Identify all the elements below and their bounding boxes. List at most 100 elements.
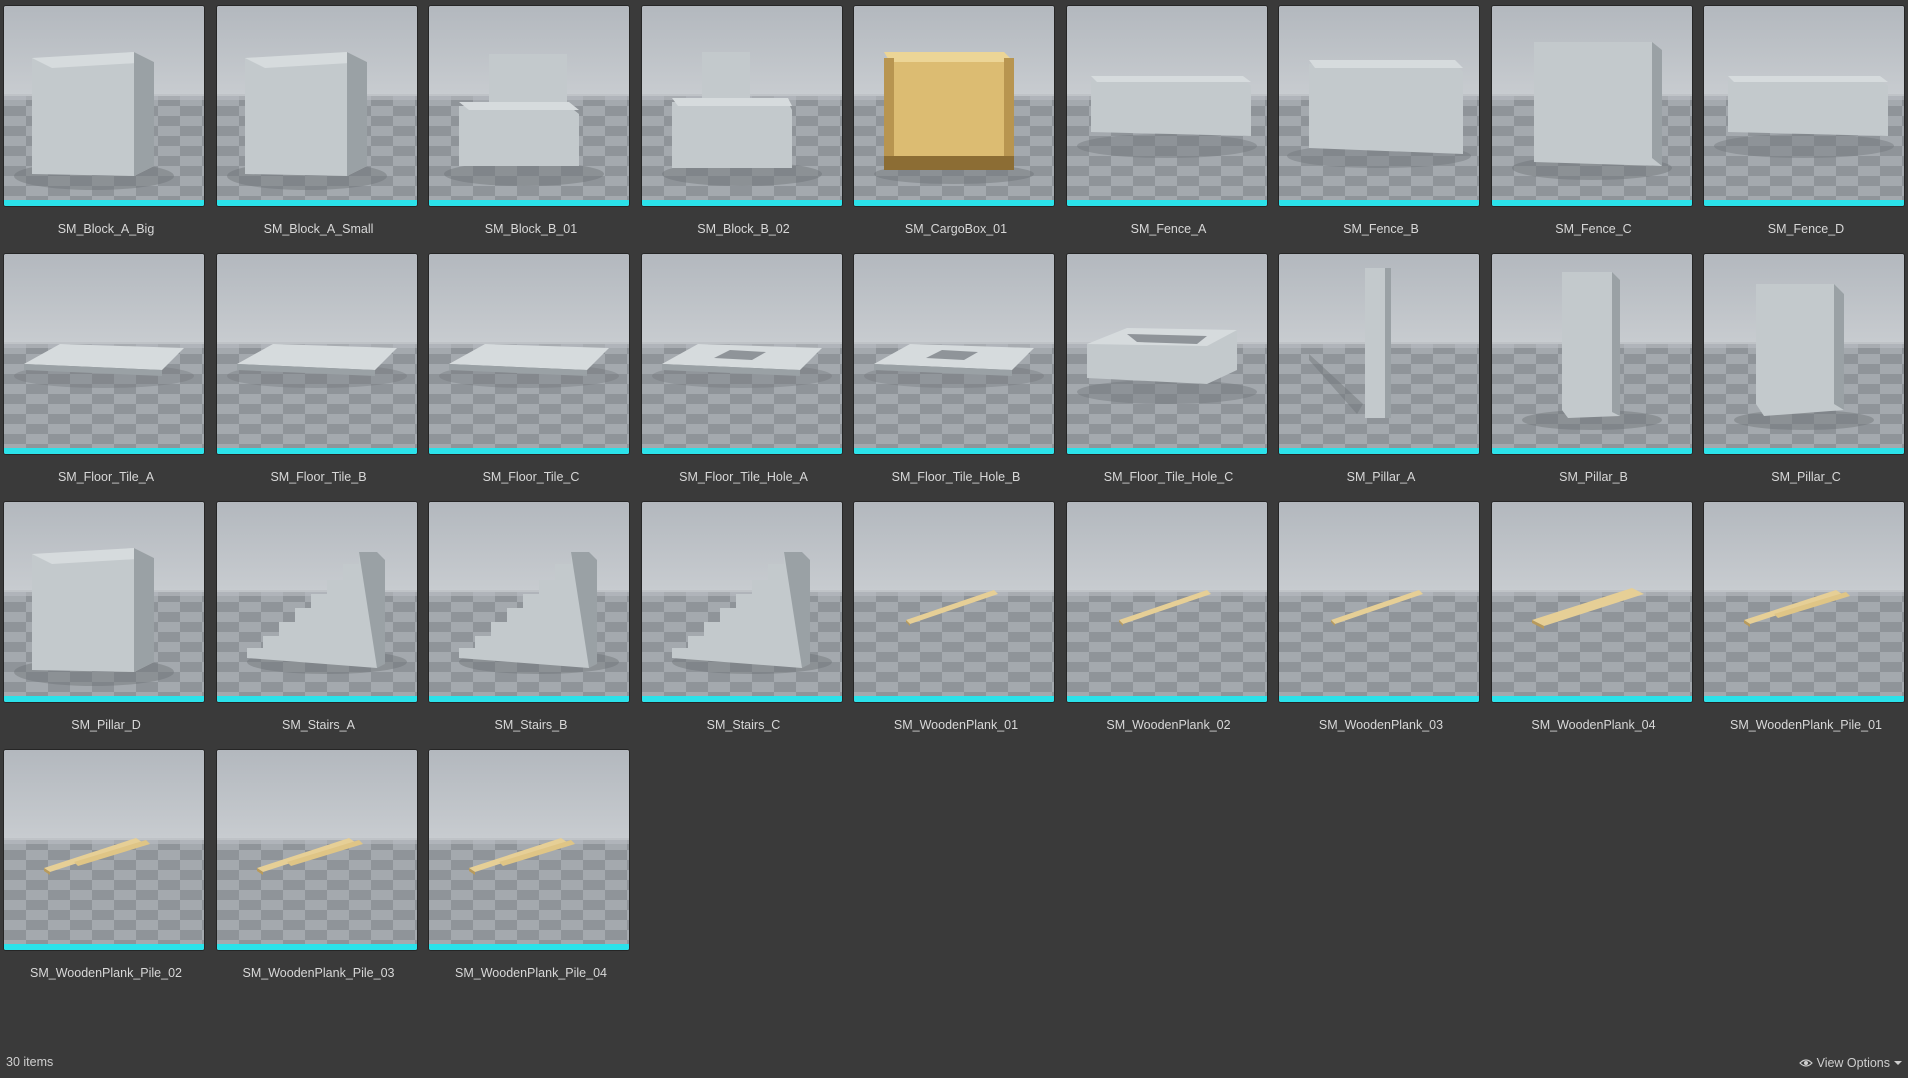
asset-thumbnail[interactable]	[1279, 6, 1479, 206]
asset-tile[interactable]: SM_Fence_D	[1700, 0, 1908, 244]
asset-tile[interactable]: SM_WoodenPlank_04	[1488, 496, 1700, 740]
asset-name-label: SM_WoodenPlank_Pile_03	[242, 966, 395, 980]
asset-tile[interactable]: SM_Pillar_A	[1275, 248, 1487, 492]
view-options-button[interactable]: View Options	[1798, 1053, 1902, 1073]
asset-type-bar	[216, 200, 417, 206]
asset-thumbnail[interactable]	[1704, 6, 1904, 206]
asset-tile[interactable]: SM_Block_A_Small	[213, 0, 425, 244]
asset-name-label: SM_Floor_Tile_B	[270, 470, 367, 484]
asset-name-label: SM_Block_A_Big	[57, 222, 155, 236]
asset-tile[interactable]: SM_Floor_Tile_Hole_B	[850, 248, 1062, 492]
asset-thumbnail[interactable]	[4, 502, 204, 702]
asset-thumbnail[interactable]	[854, 6, 1054, 206]
asset-type-bar	[1704, 448, 1904, 454]
asset-tile[interactable]: SM_Fence_A	[1063, 0, 1275, 244]
asset-thumbnail[interactable]	[641, 502, 842, 702]
asset-name-label: SM_Stairs_A	[282, 718, 355, 732]
asset-thumbnail[interactable]	[429, 254, 629, 454]
asset-thumbnail[interactable]	[1491, 502, 1692, 702]
item-count: 30 items	[6, 1055, 54, 1069]
asset-tile[interactable]: SM_WoodenPlank_Pile_02	[0, 744, 212, 988]
asset-thumbnail[interactable]	[4, 254, 204, 454]
asset-tile[interactable]: SM_WoodenPlank_01	[850, 496, 1062, 740]
asset-name-label: SM_Floor_Tile_Hole_C	[1103, 470, 1234, 484]
asset-tile[interactable]: SM_Floor_Tile_A	[0, 248, 212, 492]
asset-type-bar	[1066, 696, 1267, 702]
asset-type-bar	[1066, 448, 1267, 454]
asset-thumbnail[interactable]	[216, 502, 417, 702]
asset-thumbnail[interactable]	[1066, 6, 1267, 206]
asset-thumbnail[interactable]	[4, 6, 204, 206]
asset-thumbnail[interactable]	[216, 254, 417, 454]
asset-thumbnail[interactable]	[1704, 254, 1904, 454]
asset-type-bar	[641, 200, 842, 206]
asset-tile[interactable]: SM_Pillar_D	[0, 496, 212, 740]
asset-tile[interactable]: SM_Pillar_C	[1700, 248, 1908, 492]
asset-tile[interactable]: SM_Pillar_B	[1488, 248, 1700, 492]
asset-tile[interactable]: SM_Stairs_A	[213, 496, 425, 740]
asset-type-bar	[641, 696, 842, 702]
asset-type-bar	[1704, 200, 1904, 206]
asset-tile[interactable]: SM_Block_B_01	[425, 0, 637, 244]
asset-thumbnail[interactable]	[854, 254, 1054, 454]
asset-tile[interactable]: SM_Block_B_02	[638, 0, 850, 244]
asset-name-label: SM_Block_A_Small	[263, 222, 374, 236]
asset-tile[interactable]: SM_Fence_C	[1488, 0, 1700, 244]
asset-thumbnail[interactable]	[641, 6, 842, 206]
asset-thumbnail[interactable]	[4, 750, 204, 950]
asset-tile[interactable]: SM_Floor_Tile_C	[425, 248, 637, 492]
asset-thumbnail[interactable]	[1279, 254, 1479, 454]
asset-name-label: SM_Stairs_B	[494, 718, 568, 732]
view-options-label: View Options	[1816, 1056, 1890, 1070]
asset-thumbnail[interactable]	[216, 750, 417, 950]
asset-type-bar	[216, 944, 417, 950]
asset-type-bar	[216, 448, 417, 454]
asset-name-label: SM_Floor_Tile_C	[482, 470, 580, 484]
asset-name-label: SM_CargoBox_01	[904, 222, 1008, 236]
asset-type-bar	[1279, 200, 1479, 206]
asset-tile[interactable]: SM_Floor_Tile_Hole_C	[1063, 248, 1275, 492]
asset-thumbnail[interactable]	[854, 502, 1054, 702]
asset-tile[interactable]: SM_WoodenPlank_Pile_01	[1700, 496, 1908, 740]
asset-type-bar	[429, 200, 629, 206]
asset-thumbnail[interactable]	[429, 750, 629, 950]
asset-thumbnail[interactable]	[429, 502, 629, 702]
asset-thumbnail[interactable]	[641, 254, 842, 454]
asset-tile[interactable]: SM_Floor_Tile_B	[213, 248, 425, 492]
asset-thumbnail[interactable]	[1491, 254, 1692, 454]
asset-type-bar	[4, 200, 204, 206]
asset-thumbnail[interactable]	[1066, 502, 1267, 702]
asset-tile[interactable]: SM_Block_A_Big	[0, 0, 212, 244]
asset-name-label: SM_WoodenPlank_02	[1106, 718, 1231, 732]
asset-name-label: SM_Stairs_C	[706, 718, 781, 732]
chevron-down-icon	[1894, 1060, 1902, 1066]
asset-name-label: SM_WoodenPlank_01	[893, 718, 1019, 732]
asset-thumbnail[interactable]	[1491, 6, 1692, 206]
asset-tile[interactable]: SM_WoodenPlank_Pile_04	[425, 744, 637, 988]
asset-tile[interactable]: SM_WoodenPlank_03	[1275, 496, 1487, 740]
asset-thumbnail[interactable]	[1279, 502, 1479, 702]
asset-tile[interactable]: SM_Fence_B	[1275, 0, 1487, 244]
asset-type-bar	[1704, 696, 1904, 702]
asset-tile[interactable]: SM_Floor_Tile_Hole_A	[638, 248, 850, 492]
asset-tile[interactable]: SM_Stairs_B	[425, 496, 637, 740]
asset-tile[interactable]: SM_Stairs_C	[638, 496, 850, 740]
asset-name-label: SM_Fence_D	[1767, 222, 1845, 236]
asset-type-bar	[854, 200, 1054, 206]
asset-type-bar	[1279, 696, 1479, 702]
asset-tile[interactable]: SM_WoodenPlank_Pile_03	[213, 744, 425, 988]
asset-tile[interactable]: SM_WoodenPlank_02	[1063, 496, 1275, 740]
asset-type-bar	[1279, 448, 1479, 454]
asset-name-label: SM_Fence_C	[1555, 222, 1632, 236]
asset-thumbnail[interactable]	[1704, 502, 1904, 702]
asset-name-label: SM_Floor_Tile_Hole_A	[679, 470, 808, 484]
asset-thumbnail[interactable]	[216, 6, 417, 206]
asset-name-label: SM_Pillar_D	[71, 718, 141, 732]
asset-name-label: SM_Fence_B	[1343, 222, 1419, 236]
asset-thumbnail[interactable]	[429, 6, 629, 206]
asset-name-label: SM_WoodenPlank_04	[1531, 718, 1656, 732]
asset-thumbnail[interactable]	[1066, 254, 1267, 454]
asset-type-bar	[1491, 696, 1692, 702]
asset-tile[interactable]: SM_CargoBox_01	[850, 0, 1062, 244]
asset-name-label: SM_WoodenPlank_Pile_01	[1730, 718, 1882, 732]
